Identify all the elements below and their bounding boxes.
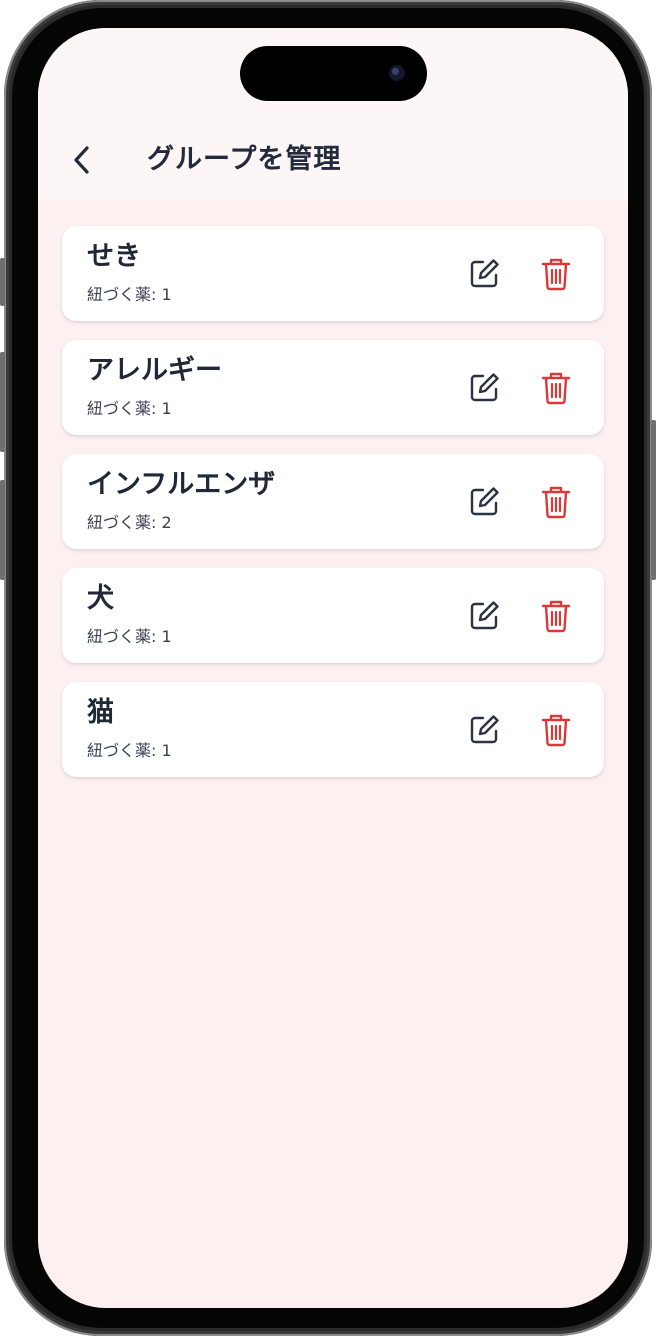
edit-icon: [470, 373, 499, 402]
group-medicine-count: 紐づく薬: 1: [87, 285, 172, 304]
group-name: アレルギー: [87, 355, 222, 386]
delete-button[interactable]: [536, 254, 576, 294]
edit-icon: [470, 601, 499, 630]
edit-icon: [470, 715, 499, 744]
back-button[interactable]: [62, 138, 102, 182]
chevron-left-icon: [74, 146, 89, 174]
group-name: 猫: [87, 697, 114, 728]
volume-up-button: [0, 352, 5, 452]
dynamic-island: [240, 46, 427, 101]
power-button: [651, 420, 656, 580]
group-card: せき 紐づく薬: 1: [62, 226, 604, 321]
edit-button[interactable]: [464, 482, 504, 522]
group-card: 犬 紐づく薬: 1: [62, 568, 604, 663]
group-name: せき: [87, 241, 141, 272]
group-card: アレルギー 紐づく薬: 1: [62, 340, 604, 435]
page-title: グループを管理: [147, 144, 342, 175]
edit-button[interactable]: [464, 710, 504, 750]
trash-icon: [541, 600, 571, 633]
group-name: 犬: [87, 583, 114, 614]
group-name: インフルエンザ: [87, 469, 276, 500]
edit-button[interactable]: [464, 596, 504, 636]
group-card: 猫 紐づく薬: 1: [62, 682, 604, 777]
trash-icon: [541, 486, 571, 519]
trash-icon: [541, 714, 571, 747]
edit-icon: [470, 259, 499, 288]
edit-button[interactable]: [464, 368, 504, 408]
delete-button[interactable]: [536, 710, 576, 750]
trash-icon: [541, 372, 571, 405]
group-card: インフルエンザ 紐づく薬: 2: [62, 454, 604, 549]
trash-icon: [541, 258, 571, 291]
camera-icon: [389, 65, 405, 81]
phone-frame: グループを管理 せき 紐づく薬: 1 アレルギー 紐づく薬: 1 インフルエンザ…: [0, 0, 656, 1336]
group-list: せき 紐づく薬: 1 アレルギー 紐づく薬: 1 インフルエンザ 紐づく薬: 2…: [62, 226, 604, 796]
delete-button[interactable]: [536, 482, 576, 522]
delete-button[interactable]: [536, 596, 576, 636]
delete-button[interactable]: [536, 368, 576, 408]
group-medicine-count: 紐づく薬: 1: [87, 399, 172, 418]
group-medicine-count: 紐づく薬: 2: [87, 513, 172, 532]
volume-down-button: [0, 480, 5, 580]
action-button: [0, 258, 5, 306]
screen: グループを管理 せき 紐づく薬: 1 アレルギー 紐づく薬: 1 インフルエンザ…: [38, 28, 628, 1308]
group-medicine-count: 紐づく薬: 1: [87, 627, 172, 646]
group-medicine-count: 紐づく薬: 1: [87, 741, 172, 760]
edit-icon: [470, 487, 499, 516]
edit-button[interactable]: [464, 254, 504, 294]
